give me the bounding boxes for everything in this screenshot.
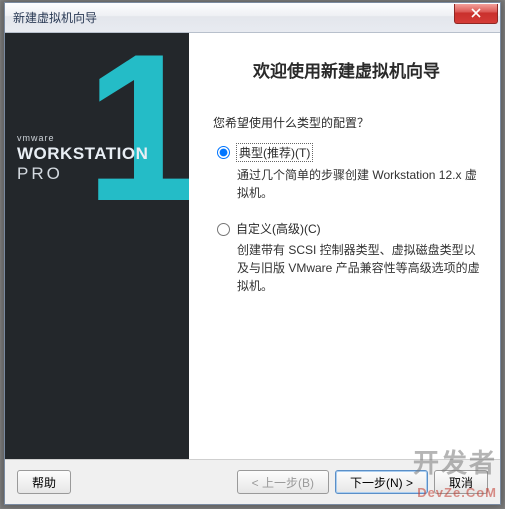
cancel-button[interactable]: 取消 xyxy=(434,470,488,494)
option-custom[interactable]: 自定义(高级)(C) xyxy=(213,220,480,237)
page-heading: 欢迎使用新建虚拟机向导 xyxy=(213,57,480,82)
sidebar-graphic: 12 vmware WORKSTATION PRO xyxy=(5,33,189,459)
option-custom-label[interactable]: 自定义(高级)(C) xyxy=(236,220,321,237)
footer: 帮助 < 上一步(B) 下一步(N) > 取消 xyxy=(5,459,500,504)
help-button[interactable]: 帮助 xyxy=(17,470,71,494)
window-title: 新建虚拟机向导 xyxy=(13,9,97,26)
option-typical[interactable]: 典型(推荐)(T) xyxy=(213,143,480,162)
product-label: WORKSTATION xyxy=(17,145,148,164)
option-custom-desc: 创建带有 SCSI 控制器类型、虚拟磁盘类型以及与旧版 VMware 产品兼容性… xyxy=(237,241,480,295)
option-typical-label[interactable]: 典型(推荐)(T) xyxy=(236,143,313,162)
radio-custom[interactable] xyxy=(217,223,230,236)
close-icon xyxy=(471,8,481,18)
close-button[interactable] xyxy=(454,4,498,24)
option-typical-desc: 通过几个简单的步骤创建 Workstation 12.x 虚拟机。 xyxy=(237,166,480,202)
config-question: 您希望使用什么类型的配置？ xyxy=(213,114,480,131)
next-button[interactable]: 下一步(N) > xyxy=(335,470,428,494)
titlebar: 新建虚拟机向导 xyxy=(5,3,500,33)
back-button: < 上一步(B) xyxy=(237,470,329,494)
edition-label: PRO xyxy=(17,164,148,184)
wizard-window: 新建虚拟机向导 12 vmware WORKSTATION PRO 欢迎使用新建… xyxy=(4,2,501,505)
radio-typical[interactable] xyxy=(217,146,230,159)
brand-label: vmware xyxy=(17,133,148,143)
